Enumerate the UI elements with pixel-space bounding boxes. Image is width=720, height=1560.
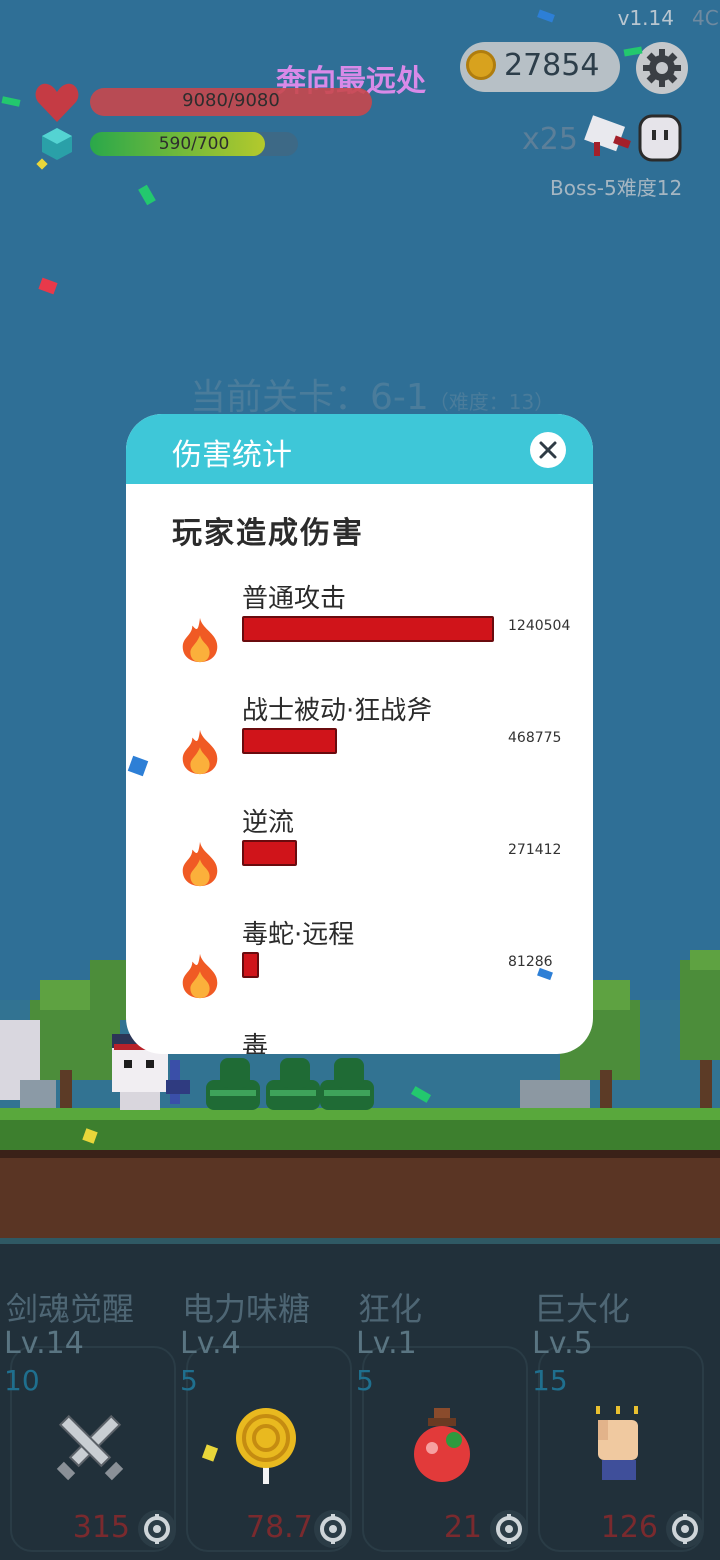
cleaver-icon	[584, 115, 631, 156]
cooldown-icon	[320, 1514, 346, 1544]
skill-cooldown-button[interactable]	[138, 1510, 176, 1548]
lollipop-icon	[236, 1408, 296, 1484]
fist-icon	[596, 1406, 638, 1480]
skill-name: 剑魂觉醒	[6, 1290, 135, 1328]
skill-price: 21	[443, 1510, 482, 1545]
close-button[interactable]	[530, 432, 566, 468]
damage-stats-dialog: 伤害统计 玩家造成伤害 普通攻击 1240504 战士被动·狂战斧 468775 逆流 2…	[126, 414, 593, 1054]
skill-cooldown-button[interactable]	[490, 1510, 528, 1548]
cooldown-icon	[144, 1514, 170, 1544]
damage-bar	[242, 728, 337, 754]
damage-value: 81286	[508, 954, 553, 970]
damage-value: 271412	[508, 842, 562, 858]
skill-name: 巨大化	[534, 1290, 631, 1328]
skill-cost: 15	[532, 1364, 568, 1397]
coin-icon	[466, 50, 496, 80]
snake-enemies	[206, 1058, 374, 1110]
skill-cooldown-button[interactable]	[666, 1510, 704, 1548]
skill-name: 狂化	[358, 1290, 423, 1328]
section-title: 玩家造成伤害	[172, 516, 364, 551]
boss-indicator	[584, 114, 682, 162]
settings-button[interactable]	[636, 42, 688, 94]
coin-amount: 27854	[504, 48, 600, 83]
cooldown-icon	[672, 1514, 698, 1544]
version-label-cut: 4C	[692, 6, 719, 30]
cooldown-icon	[496, 1514, 522, 1544]
skill-cost: 5	[180, 1364, 198, 1397]
damage-value: 468775	[508, 730, 562, 746]
damage-bar	[242, 840, 297, 866]
combo-counter: x25	[522, 122, 578, 157]
skill-slot[interactable]: 巨大化 Lv.5 15 126	[528, 1280, 704, 1560]
skill-name: 电力味糖	[182, 1290, 311, 1328]
heart-icon	[35, 83, 79, 122]
damage-row: 战士被动·狂战斧 468775	[126, 690, 593, 802]
skill-level: Lv.14	[4, 1326, 84, 1361]
mp-text: 590/700	[158, 134, 230, 154]
damage-source-name: 普通攻击	[242, 584, 347, 614]
boss-difficulty-label: Boss-5难度12	[550, 176, 683, 200]
skill-cost: 10	[4, 1364, 40, 1397]
skill-cost: 5	[356, 1364, 374, 1397]
damage-value: 1240504	[508, 618, 571, 634]
skill-price: 126	[600, 1510, 658, 1545]
ghost-icon	[638, 114, 682, 162]
potion-icon	[414, 1408, 470, 1482]
skill-slot[interactable]: 狂化 Lv.1 5 21	[352, 1280, 528, 1560]
dialog-title: 伤害统计	[172, 438, 292, 473]
fire-icon	[182, 841, 218, 887]
skill-slot[interactable]: 电力味糖 Lv.4 5 78.7	[176, 1280, 352, 1560]
skill-level: Lv.5	[532, 1326, 593, 1361]
stage-difficulty: （难度：13）	[428, 390, 555, 414]
fire-icon	[182, 729, 218, 775]
damage-bar	[242, 616, 494, 642]
skill-panel-stripe	[0, 1238, 720, 1244]
current-stage: 当前关卡：6-1（难度：13）	[190, 368, 554, 420]
damage-source-name: 毒蛇·远程	[242, 920, 355, 950]
damage-source-name: 逆流	[242, 808, 295, 838]
skill-cooldown-button[interactable]	[314, 1510, 352, 1548]
gem-icon	[42, 128, 72, 160]
skill-price: 78.7	[246, 1510, 313, 1545]
skill-level: Lv.1	[356, 1326, 417, 1361]
damage-row: 普通攻击 1240504	[126, 578, 593, 690]
damage-row: 毒	[126, 1026, 593, 1054]
skill-slot[interactable]: 剑魂觉醒 Lv.14 10 315	[0, 1280, 176, 1560]
fire-icon	[182, 953, 218, 999]
fire-icon	[182, 617, 218, 663]
close-icon	[539, 441, 557, 459]
damage-source-name: 战士被动·狂战斧	[242, 696, 433, 726]
gear-icon	[643, 49, 681, 87]
stage-label: 当前关卡：6-1	[190, 377, 429, 418]
hp-text: 9080/9080	[182, 90, 280, 111]
skill-level: Lv.4	[180, 1326, 241, 1361]
damage-source-name: 毒	[242, 1032, 269, 1054]
damage-bar	[242, 952, 259, 978]
dirt-ground	[0, 1150, 720, 1240]
dirt-edge	[0, 1150, 720, 1158]
crossed-swords-icon	[56, 1414, 124, 1481]
damage-row: 毒蛇·远程 81286	[126, 914, 593, 1026]
damage-row: 逆流 271412	[126, 802, 593, 914]
skill-price: 315	[72, 1510, 130, 1545]
version-label: v1.14	[617, 6, 674, 30]
